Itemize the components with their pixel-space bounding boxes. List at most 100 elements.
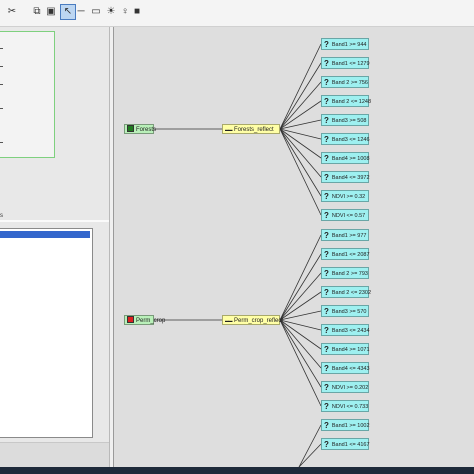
condition-node[interactable]: ? Band3 >= 570 <box>321 305 369 317</box>
class-color-swatch <box>127 316 134 323</box>
condition-node[interactable]: ? NDVI <= 0.733 <box>321 400 369 412</box>
class-label: Perm_crop <box>136 318 166 324</box>
list-label: s <box>0 213 3 219</box>
condition-node[interactable]: ? Band4 <= 3972 <box>321 171 370 183</box>
condition-label: NDVI >= 0.202 <box>331 385 369 391</box>
question-icon: ? <box>324 250 329 259</box>
scissors-icon[interactable]: ✂ <box>5 5 19 19</box>
ruler-tick <box>0 142 3 143</box>
condition-label: Band 2 <= 2302 <box>331 290 372 296</box>
question-icon: ? <box>324 40 329 49</box>
rule-condition-edge <box>279 128 322 140</box>
rule-condition-edge <box>279 128 322 197</box>
condition-node[interactable]: ? Band 2 <= 2302 <box>321 286 372 298</box>
tree-canvas[interactable]: ? Band1 >= 944? Band1 <= 1279? Band 2 >= 75… <box>113 27 474 467</box>
rule-condition-edge <box>279 319 322 331</box>
question-icon: ? <box>324 135 329 144</box>
panel-footer <box>0 442 109 468</box>
class-node[interactable]: Perm_crop <box>124 315 165 325</box>
condition-node[interactable]: ? Band1 <= 1279 <box>321 57 370 69</box>
rule-condition-edge <box>279 128 322 216</box>
condition-node[interactable]: ? Band1 <= 2087 <box>321 248 370 260</box>
rule-condition-edge <box>279 128 322 159</box>
condition-node[interactable]: ? Band4 >= 1008 <box>321 152 370 164</box>
condition-label: Band3 >= 570 <box>331 309 367 315</box>
condition-label: Band1 >= 977 <box>331 233 367 239</box>
rule-condition-edge <box>279 43 322 130</box>
condition-node[interactable]: ? Band3 <= 1246 <box>321 133 370 145</box>
condition-label: Band4 >= 1071 <box>331 347 370 353</box>
rule-condition-edge <box>298 443 322 467</box>
question-icon: ? <box>324 269 329 278</box>
class-label: Forests <box>136 127 157 133</box>
copy-icon[interactable]: ⧉ <box>30 5 44 19</box>
ruler-tick <box>0 66 3 67</box>
condition-node[interactable]: ? Band4 <= 4343 <box>321 362 370 374</box>
condition-label: Band1 <= 2087 <box>331 252 370 258</box>
lightbulb-icon[interactable]: ☀ <box>104 5 118 19</box>
condition-label: Band1 >= 1002 <box>331 423 370 429</box>
question-icon: ? <box>324 78 329 87</box>
paste-icon[interactable]: ▣ <box>44 5 58 19</box>
condition-label: Band 2 >= 756 <box>331 80 368 86</box>
condition-label: Band4 <= 4343 <box>331 366 370 372</box>
line-tool-icon[interactable]: ─ <box>74 5 88 19</box>
condition-label: Band 2 <= 1248 <box>331 99 372 105</box>
question-icon: ? <box>324 288 329 297</box>
rule-condition-edge <box>279 234 322 321</box>
list-item-selected[interactable] <box>0 231 90 238</box>
condition-label: Band3 <= 2434 <box>331 328 370 334</box>
rule-icon: ▬▬ <box>225 318 233 323</box>
panel-splitter[interactable] <box>0 220 109 222</box>
condition-label: NDVI >= 0.32 <box>331 194 366 200</box>
rule-node[interactable]: ▬▬ Perm_crop_reflect <box>222 315 284 325</box>
condition-node[interactable]: ? NDVI >= 0.32 <box>321 190 369 202</box>
condition-node[interactable]: ? Band1 >= 944 <box>321 38 369 50</box>
condition-node[interactable]: ? Band4 >= 1071 <box>321 343 370 355</box>
rule-condition-edge <box>279 253 322 321</box>
condition-label: Band1 >= 944 <box>331 42 367 48</box>
condition-node[interactable]: ? Band1 >= 977 <box>321 229 369 241</box>
ruler-tick <box>0 84 3 85</box>
condition-label: NDVI <= 0.733 <box>331 404 369 410</box>
question-icon: ? <box>324 97 329 106</box>
question-icon: ? <box>324 116 329 125</box>
condition-label: Band4 >= 1008 <box>331 156 370 162</box>
taskbar <box>0 467 474 474</box>
question-icon: ? <box>324 173 329 182</box>
condition-node[interactable]: ? Band1 >= 1002 <box>321 419 370 431</box>
question-icon: ? <box>324 211 329 220</box>
question-icon: ? <box>324 440 329 449</box>
left-panel: s <box>0 27 110 468</box>
rule-label: Perm_crop_reflect <box>234 318 284 324</box>
condition-node[interactable]: ? Band3 <= 2434 <box>321 324 370 336</box>
condition-node[interactable]: ? NDVI >= 0.202 <box>321 381 369 393</box>
tree-edges <box>154 43 322 467</box>
overview-pane[interactable] <box>0 31 55 158</box>
rule-condition-edge <box>279 128 322 178</box>
question-icon: ? <box>324 421 329 430</box>
condition-node[interactable]: ? Band 2 <= 1248 <box>321 95 372 107</box>
rule-condition-edge <box>279 319 322 407</box>
question-icon: ? <box>324 154 329 163</box>
class-node[interactable]: Forests <box>124 124 157 134</box>
pin-icon[interactable]: ■ <box>130 5 144 19</box>
condition-label: Band3 <= 1246 <box>331 137 370 143</box>
condition-node[interactable]: ? Band3 >= 508 <box>321 114 369 126</box>
class-color-swatch <box>127 125 134 132</box>
question-icon: ? <box>324 326 329 335</box>
condition-node[interactable]: ? Band 2 >= 756 <box>321 76 369 88</box>
class-listbox[interactable] <box>0 228 93 438</box>
question-icon: ? <box>324 364 329 373</box>
condition-node[interactable]: ? Band 2 >= 793 <box>321 267 369 279</box>
condition-node[interactable]: ? Band1 <= 4167 <box>321 438 370 450</box>
ruler-tick <box>0 48 3 49</box>
connector-tool-icon[interactable]: ▭ <box>89 5 103 19</box>
question-icon: ? <box>324 345 329 354</box>
rule-node[interactable]: ▬▬ Forests_reflect <box>222 124 280 134</box>
rule-condition-edge <box>298 424 322 467</box>
toolbar: ✂ ⧉ ▣ ↖ ─ ▭ ☀ ♀ ■ <box>0 0 474 27</box>
rule-condition-edge <box>279 319 322 369</box>
condition-node[interactable]: ? NDVI <= 0.57 <box>321 209 369 221</box>
condition-label: NDVI <= 0.57 <box>331 213 366 219</box>
